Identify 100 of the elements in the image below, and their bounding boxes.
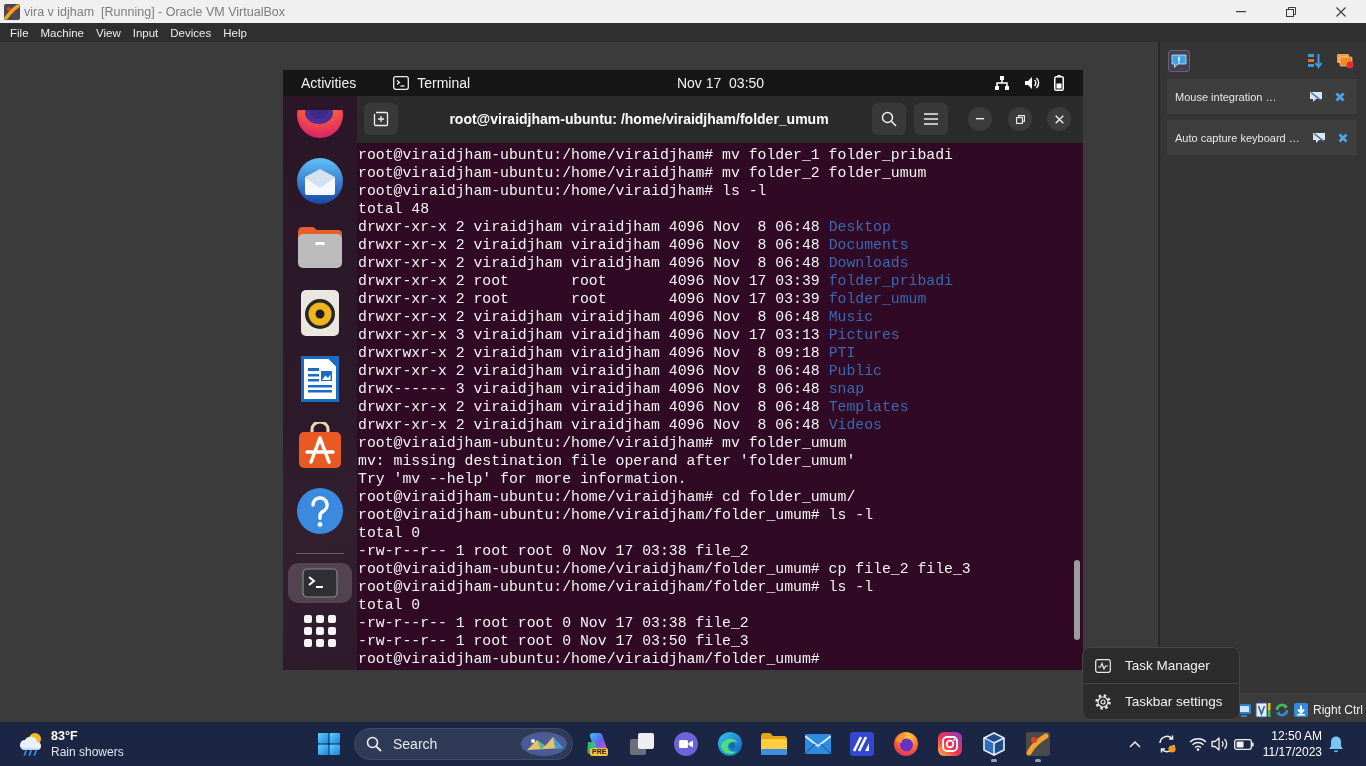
menu-item[interactable]: View [90,23,127,42]
download-icon[interactable] [1293,701,1309,718]
search-icon [366,736,382,752]
app-icon [4,3,20,20]
cube-icon [982,732,1006,756]
bubble-slash-icon [1309,90,1323,103]
mute-button[interactable] [1311,131,1326,144]
app-menu-button[interactable]: Terminal [393,74,471,91]
new-tab-icon [373,111,389,127]
network-icon[interactable] [994,74,1010,91]
file-details: drwxr-xr-x 2 root root 4096 Nov 17 03:39 [358,289,820,308]
folder-icon [761,733,787,755]
terminal-line: root@viraidjham-ubuntu:/home/viraidjham/folder_umum# cp file_2 file_3 [358,559,971,578]
file-details: drwxr-xr-x 2 viraidjham viraidjham 4096 Nov 8 06:48 [358,415,820,434]
search-button[interactable] [872,103,906,135]
close-icon [1335,91,1345,102]
mosaic-illustration-icon [521,732,567,756]
directory-name: Music [828,307,874,326]
host-key-label: Right Ctrl [1313,702,1363,717]
terminal-line: root@viraidjham-ubuntu:/home/viraidjham/folder_umum# [358,649,820,668]
flame-globe-icon [894,732,918,756]
terminal-line: total 0 [358,595,421,614]
app-grid-icon [304,614,336,647]
terminal-icon [302,567,338,598]
flame-globe-icon [297,109,343,138]
menu-item[interactable]: Devices [164,23,218,42]
meter-icon[interactable] [1255,701,1271,718]
sync-arrows-icon[interactable] [1274,701,1290,718]
clock-time[interactable]: 12:50 AM [1271,728,1322,744]
menu-icon [924,113,938,125]
terminal-title: root@viraidjham-ubuntu: /home/viraidjham/folder_umum [448,111,830,127]
restore-icon [1286,6,1296,17]
terminal-icon [393,75,410,90]
file-details: drwx------ 3 viraidjham viraidjham 4096 Nov 8 06:48 [358,379,820,398]
four-squares-icon [318,733,340,755]
pulse-icon [1095,658,1111,673]
loudspeaker-icon [301,289,339,336]
close-icon [1054,114,1064,124]
terminal-line: root@viraidjham-ubuntu:/home/viraidjham# mv folder_umum [358,433,847,452]
alert-bubble-icon [1171,53,1187,69]
directory-name: PTI [828,343,856,362]
mute-button[interactable] [1309,90,1323,103]
terminal-line: total 48 [358,199,430,218]
terminal-line: root@viraidjham-ubuntu:/home/viraidjham# ls -l [358,181,767,200]
volume-icon [1210,737,1229,751]
menu-item[interactable]: Machine [34,23,90,42]
terminal-line: -rw-r--r-- 1 root root 0 Nov 17 03:38 file_2 [358,541,749,560]
menu-item[interactable]: File [4,23,35,42]
terminal-line: root@viraidjham-ubuntu:/home/viraidjham/folder_umum# ls -l [358,577,873,596]
battery-icon [1233,738,1254,750]
dismiss-all-button[interactable] [1336,53,1354,69]
clock-date[interactable]: 11/17/2023 [1262,744,1322,760]
menu-item[interactable]: Task Manager [1083,648,1239,683]
slash-logo-icon [850,732,874,756]
terminal-line: -rw-r--r-- 1 root root 0 Nov 17 03:50 file_3 [358,631,749,650]
notifications-toggle-button[interactable] [1168,50,1190,72]
weather-condition-text: Rain showers [51,744,124,760]
directory-name: Public [828,361,882,380]
terminal-line: total 0 [358,523,421,542]
chevron-up-icon [1128,740,1141,748]
activities-button[interactable]: Activities [301,74,357,91]
sync-icon [1156,734,1177,754]
shopping-bag-icon [299,421,341,468]
file-details: drwxr-xr-x 2 viraidjham viraidjham 4096 Nov 8 06:48 [358,253,820,272]
settings-icon [1095,693,1111,710]
terminal-line: mv: missing destination file operand after 'folder_umum' [358,451,856,470]
terminal-line: root@viraidjham-ubuntu:/home/viraidjham# mv folder_2 folder_umum [358,163,927,182]
close-button[interactable] [1047,107,1071,131]
terminal-line: root@viraidjham-ubuntu:/home/viraidjham# mv folder_1 folder_pribadi [358,145,953,164]
file-details: drwxr-xr-x 2 viraidjham viraidjham 4096 Nov 8 06:48 [358,217,820,236]
minimize-button[interactable] [968,107,992,131]
menu-item[interactable]: Help [217,23,253,42]
stacked-bubbles-icon [1336,53,1354,69]
notification-text: Mouse integration … [1175,90,1278,103]
notification-text: Auto capture keyboard … [1175,131,1300,144]
terminal-line: Try 'mv --help' for more information. [358,469,687,488]
menu-item[interactable]: Taskbar settings [1083,684,1239,719]
temperature-text: 83°F [51,728,79,744]
restore-button[interactable] [1008,107,1032,131]
overlapping-windows-icon [630,733,654,755]
swirl-logo-icon [1026,732,1050,756]
file-details: drwxr-xr-x 2 viraidjham viraidjham 4096 Nov 8 06:48 [358,397,820,416]
sort-button[interactable] [1307,53,1323,69]
menu-button[interactable] [914,103,948,135]
bell-icon [1328,735,1344,753]
bubble-slash-icon [1311,131,1326,144]
close-icon [1337,132,1348,143]
directory-name: Pictures [828,325,900,344]
dismiss-button[interactable] [1337,132,1348,143]
sort-icon [1307,53,1323,69]
menu-item[interactable]: Input [126,23,165,42]
search-icon [881,111,897,127]
battery-icon[interactable] [1054,74,1064,91]
new-tab-button[interactable] [364,103,398,135]
clock-button[interactable]: Nov 17 03:50 [676,74,765,91]
file-details: drwxr-xr-x 2 root root 4096 Nov 17 03:39 [358,271,820,290]
camera-outline-icon [938,732,962,756]
directory-name: Downloads [828,253,909,272]
scrollbar-thumb[interactable] [1074,559,1080,640]
dismiss-button[interactable] [1335,91,1345,102]
